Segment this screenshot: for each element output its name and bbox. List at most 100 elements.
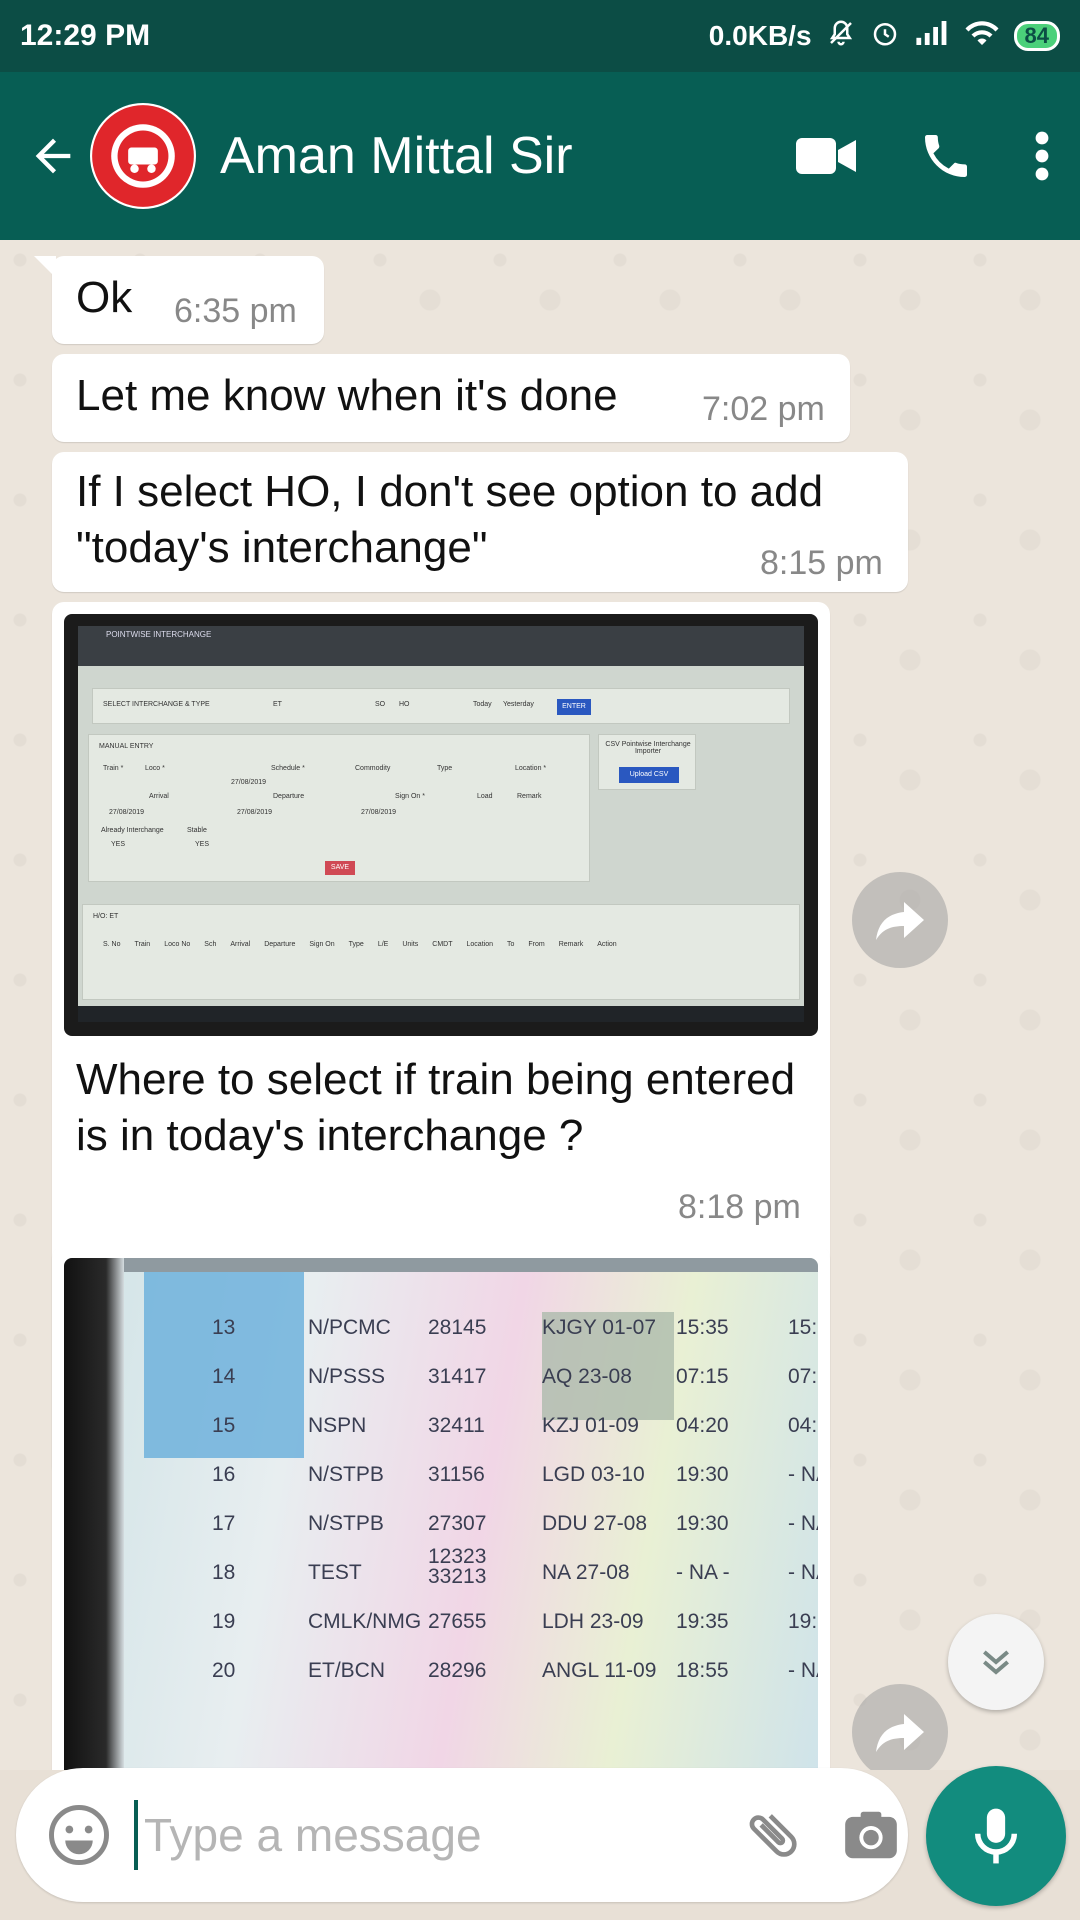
photo-tab-title: POINTWISE INTERCHANGE [106,630,212,639]
message-bubble[interactable]: Ok 6:35 pm [34,256,324,344]
scroll-to-bottom-button[interactable] [948,1614,1044,1710]
photo-table-cell: 27307 [428,1512,487,1535]
photo-table-cell: 14 [212,1365,236,1388]
photo-table-cell: 19:35 [676,1610,729,1633]
photo-table-cell: KJGY 01-07 [542,1316,657,1339]
network-speed: 0.0KB/s [708,20,812,51]
mic-button[interactable] [926,1766,1066,1906]
photo-section-manual: MANUAL ENTRY [99,743,154,750]
photo-table-cell: 18:55 [676,1659,729,1682]
double-chevron-down-icon [983,1650,1009,1675]
photo-table-header-cell: S. No [103,941,121,948]
photo-table-cell: - NA [788,1463,818,1486]
battery-icon: 84 [1013,21,1060,51]
photo-table-cell: 32411 [428,1414,485,1437]
photo-already-interchange: Already Interchange [101,827,164,834]
photo-field-label: Loco * [145,765,165,772]
photo-table-cell: 20 [212,1659,236,1682]
photo-radio-today: Today [473,701,492,708]
message-input[interactable] [134,1800,742,1870]
forward-icon[interactable] [852,872,948,968]
photo-taskbar [78,1006,804,1022]
photo-field-label: Departure [273,793,305,800]
photo-save-button: SAVE [325,861,355,875]
contact-name[interactable]: Aman Mittal Sir [220,126,573,186]
message-time: 6:35 pm [174,292,297,330]
photo-table-header-cell: Action [597,941,617,948]
attach-icon[interactable] [742,1795,804,1875]
photo-screenshot-form: POINTWISE INTERCHANGE SELECT INTERCHANGE… [64,614,818,1036]
photo-table-header-cell: Sign On [309,941,335,948]
photo-table-cell: - NA - [788,1659,818,1682]
emoji-icon[interactable] [46,1795,112,1875]
photo-yes: YES [111,841,126,848]
photo-table-cell: TEST [308,1561,362,1584]
message-time: 7:02 pm [702,390,825,428]
image-caption: Where to select if train being entered i… [76,1055,796,1160]
photo-table-cell: ANGL 11-09 [542,1659,657,1682]
photo-field-label: Train * [103,765,124,772]
photo-radio-yesterday: Yesterday [503,701,534,708]
message-text: Let me know when it's done [76,371,618,420]
photo-table-header-cell: Departure [264,941,296,948]
chat-header: Aman Mittal Sir [0,72,1080,240]
photo-table-cell: NA 27-08 [542,1561,630,1584]
alarm-icon [870,18,900,55]
photo-stable: Stable [187,827,207,834]
photo-field-label: Schedule * [271,765,305,772]
phone-icon[interactable] [918,128,974,184]
photo-field-label: Arrival [149,793,169,800]
photo-table-cell: - NA - [788,1561,818,1584]
photo-table-cell: 04:20 [676,1414,729,1437]
attached-photo[interactable]: POINTWISE INTERCHANGE SELECT INTERCHANGE… [64,614,818,1036]
photo-date-value: 27/08/2019 [231,779,267,786]
photo-table-cell: 18 [212,1561,236,1584]
photo-select-label: SELECT INTERCHANGE & TYPE [103,701,210,708]
chat-area[interactable]: Ok 6:35 pm Let me know when it's done 7:… [0,240,1080,1770]
photo-field-label: Type [437,765,453,772]
photo-table-cell: 28145 [428,1316,487,1339]
photo-table-header-cell: Remark [558,941,584,948]
avatar[interactable] [90,103,196,209]
camera-icon[interactable] [840,1795,902,1875]
photo-table-header-cell: CMDT [432,941,453,948]
photo-table-header-cell: To [506,941,515,948]
status-time: 12:29 PM [20,19,151,52]
photo-table-cell: 19:30 [676,1463,729,1486]
back-arrow-icon[interactable] [18,121,88,191]
photo-table-cell: N/STPB [308,1512,384,1535]
photo-table-section: H/O: ET [93,913,119,920]
photo-enter-button: ENTER [557,699,591,715]
photo-table-cell: - NA - [676,1561,730,1584]
photo-table-cell: N/STPB [308,1463,384,1486]
photo-field-label: Remark [517,793,542,800]
message-bubble[interactable]: Let me know when it's done 7:02 pm [52,354,850,442]
message-composer [16,1768,908,1902]
forward-icon[interactable] [852,1684,948,1770]
photo-table-cell: 19:35 [788,1610,818,1633]
photo-table-cell: DDU 27-08 [542,1512,648,1535]
photo-table-cell: 15: [788,1316,818,1339]
photo-date-value: 27/08/2019 [109,809,145,816]
photo-table-cell: LDH 23-09 [542,1610,644,1633]
photo-table-cell: 15 [212,1414,236,1437]
message-time: 8:18 pm [678,1188,801,1226]
photo-radio-so: SO [375,701,386,708]
more-vert-icon[interactable] [1034,130,1050,182]
photo-table-cell: NSPN [308,1414,367,1437]
photo-table-header-cell: Train [134,941,151,948]
photo-field-label: Location * [515,765,547,772]
photo-table-cell: 28296 [428,1659,487,1682]
image-message[interactable]: 13 N/PCMC 28145 KJGY 01-07 15:35 15: 14 N/PSSS 3… [52,1246,830,1770]
attached-photo[interactable]: 13 N/PCMC 28145 KJGY 01-07 15:35 15: 14 N/PSSS 3… [64,1258,818,1770]
message-text: Ok [76,273,133,322]
photo-table-cell: 19:30 [676,1512,729,1535]
photo-table-cell: 31156 [428,1463,485,1486]
photo-table-cell: 07:1 [788,1365,818,1388]
video-call-icon[interactable] [794,134,858,178]
photo-table-header-cell: L/E [377,941,389,948]
photo-table-header-cell: Units [402,941,419,948]
photo-field-label: Load [477,793,493,800]
message-bubble[interactable]: If I select HO, I don't see option to ad… [52,452,908,592]
photo-table-cell: 17 [212,1512,236,1535]
